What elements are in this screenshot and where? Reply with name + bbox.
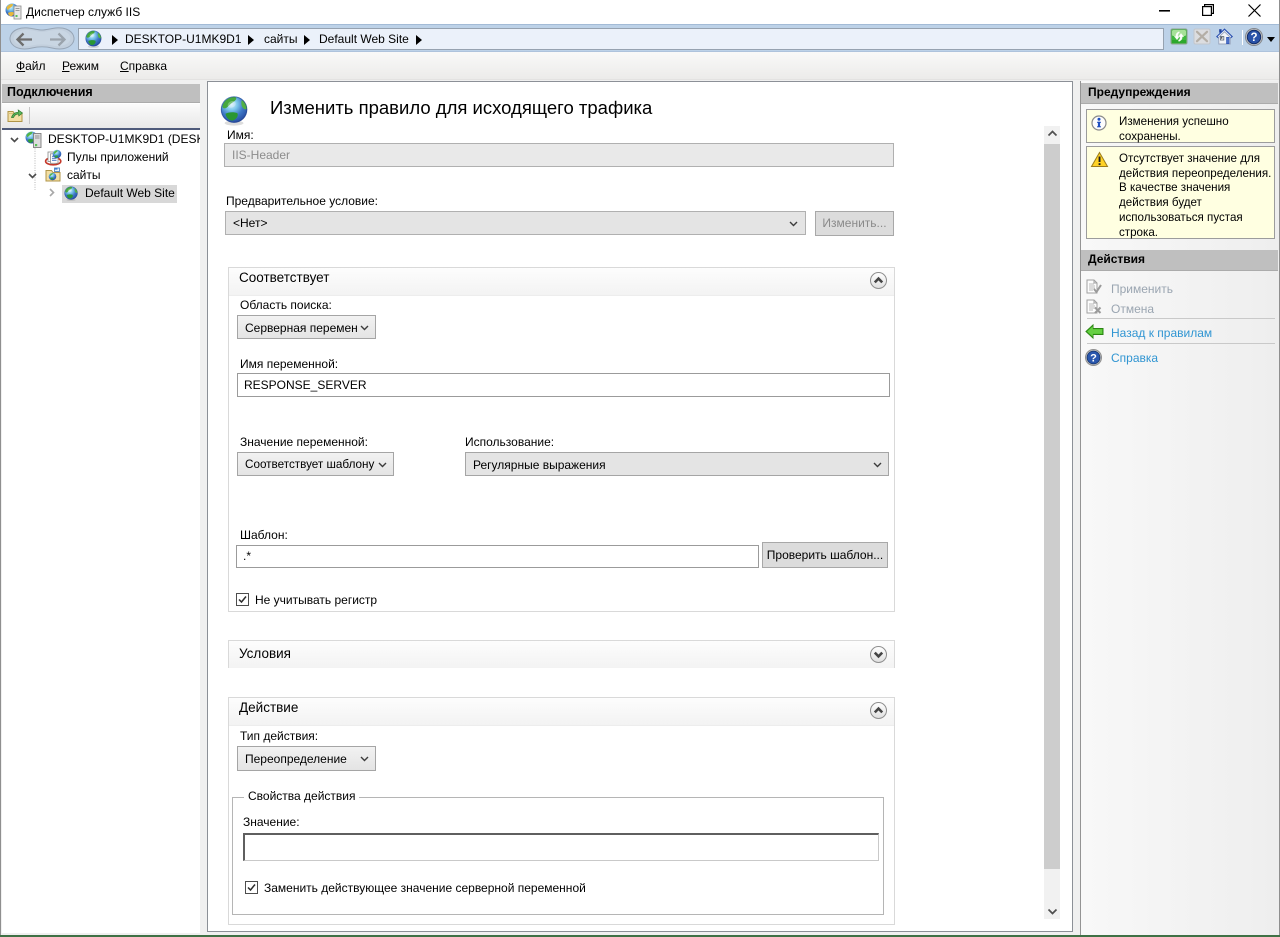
svg-text:?: ?	[1090, 352, 1097, 364]
svg-text:?: ?	[1250, 32, 1257, 44]
